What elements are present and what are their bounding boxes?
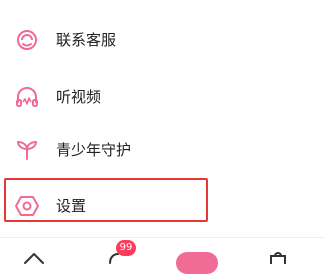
- bottom-tab-bar: 99: [0, 238, 325, 274]
- center-tab-icon: [176, 252, 218, 274]
- menu-item-youth-protection[interactable]: 青少年守护: [0, 122, 325, 178]
- tab-shop[interactable]: [258, 238, 298, 264]
- tab-center[interactable]: [176, 238, 218, 274]
- tab-messages[interactable]: 99: [98, 238, 138, 264]
- headphones-icon: [14, 84, 40, 110]
- menu-item-label: 听视频: [56, 88, 102, 106]
- menu-item-label: 设置: [56, 197, 87, 215]
- menu-item-label: 青少年守护: [56, 141, 132, 159]
- menu-item-listen-video[interactable]: 听视频: [0, 69, 325, 125]
- menu-item-settings[interactable]: 设置: [0, 178, 325, 234]
- shop-icon: [270, 252, 286, 264]
- sprout-icon: [14, 137, 40, 163]
- menu-item-label: 联系客服: [56, 31, 117, 49]
- menu-item-customer-service[interactable]: 联系客服: [0, 12, 325, 68]
- headset-icon: [14, 27, 40, 53]
- tab-home[interactable]: [14, 238, 54, 264]
- home-icon: [24, 253, 44, 264]
- messages-badge: 99: [116, 240, 136, 256]
- settings-hexagon-icon: [14, 193, 40, 219]
